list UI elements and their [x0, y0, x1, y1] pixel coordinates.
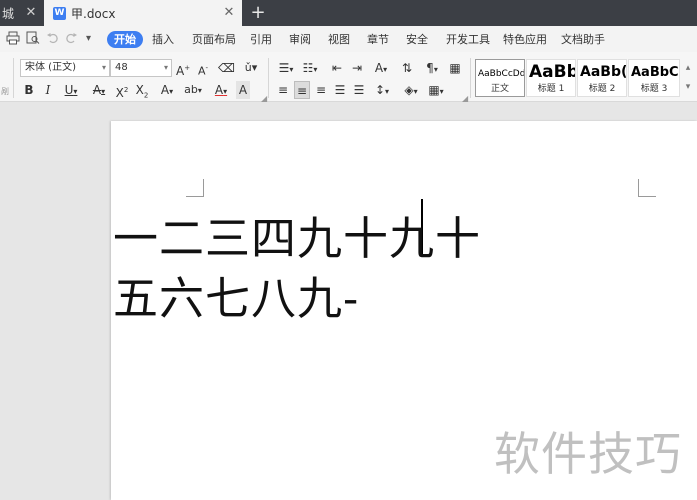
highlight-icon[interactable]: ab▾ [182, 81, 204, 99]
numbered-list-icon[interactable]: ☷▾ [300, 59, 320, 77]
font-name-select[interactable]: 宋体 (正文) ▾ [20, 59, 110, 77]
document-text-line-1[interactable]: 一二三四九十九十 [113, 212, 481, 266]
tab-previous-label: 城 [2, 6, 15, 21]
menu-item-start[interactable]: 开始 [107, 31, 143, 48]
style-name: 标题 2 [588, 84, 616, 94]
align-center-icon[interactable]: ≡ [294, 81, 310, 99]
clipboard-group-launcher-icon[interactable]: 剐 [1, 86, 9, 97]
document-text-line-2[interactable]: 五六七八九- [113, 272, 359, 326]
style-preview: AaBbC [631, 65, 679, 80]
line-spacing-icon[interactable]: ↕▾ [372, 81, 392, 99]
writer-doc-icon: W [53, 6, 66, 20]
increase-indent-icon[interactable]: ⇥ [350, 59, 364, 77]
menu-item-view[interactable]: 视图 [328, 31, 350, 48]
quick-access-dropdown-icon[interactable]: ▾ [86, 31, 91, 47]
chevron-down-icon: ▾ [101, 63, 106, 72]
tab-previous[interactable]: 城 ✕ [0, 0, 44, 26]
distribute-icon[interactable]: ☰ [352, 81, 366, 99]
style-name: 正文 [490, 84, 509, 94]
italic-icon[interactable]: I [41, 81, 55, 99]
decrease-indent-icon[interactable]: ⇤ [330, 59, 344, 77]
style-preview: AaBb [529, 62, 576, 82]
menu-item-doc-assistant[interactable]: 文档助手 [561, 31, 605, 48]
align-left-icon[interactable]: ≡ [276, 81, 290, 99]
menu-item-references[interactable]: 引用 [250, 31, 272, 48]
margin-corner-mark [638, 179, 656, 197]
bullet-list-icon[interactable]: ☰▾ [276, 59, 296, 77]
styles-scroll-up-icon[interactable]: ▴ [682, 59, 694, 77]
font-group-launcher-icon[interactable]: ◢ [261, 94, 267, 103]
menu-item-chapter[interactable]: 章节 [367, 31, 389, 48]
menu-item-insert[interactable]: 插入 [152, 31, 174, 48]
paragraph-group-launcher-icon[interactable]: ◢ [462, 94, 468, 103]
ribbon-separator [13, 58, 14, 98]
tab-bar: 城 ✕ W 甲.docx ✕ + [0, 0, 697, 26]
menu-item-page-layout[interactable]: 页面布局 [192, 31, 236, 48]
menu-item-special-apps[interactable]: 特色应用 [503, 31, 547, 48]
char-shading-icon[interactable]: A [236, 81, 250, 99]
style-heading-2[interactable]: AaBb( 标题 2 [577, 59, 627, 97]
wps-window: 城 ✕ W 甲.docx ✕ + ▾ 开始 插入 页面布局 引用 审阅 视图 章… [0, 0, 697, 500]
close-tab-icon[interactable]: ✕ [222, 6, 236, 20]
ribbon-toolbar: 剐 宋体 (正文) ▾ 48 ▾ A+ A- ⌫ ǔ▾ B I U▾ A▾ X2… [0, 52, 697, 103]
menu-item-security[interactable]: 安全 [406, 31, 428, 48]
redo-icon[interactable] [64, 31, 78, 49]
close-tab-icon[interactable]: ✕ [24, 6, 38, 20]
font-size-select[interactable]: 48 ▾ [110, 59, 172, 77]
clear-format-icon[interactable]: ⌫ [218, 59, 235, 77]
ribbon-separator [470, 58, 471, 98]
grow-font-icon[interactable]: A+ [176, 59, 190, 78]
style-preview: AaBbCcDd [478, 69, 525, 79]
borders-icon[interactable]: ▦▾ [426, 81, 446, 99]
justify-icon[interactable]: ☰ [333, 81, 347, 99]
superscript-icon[interactable]: X2 [114, 81, 130, 100]
styles-scroll-down-icon[interactable]: ▾ [682, 78, 694, 96]
ribbon-separator [268, 58, 269, 98]
style-heading-1[interactable]: AaBb 标题 1 [526, 59, 576, 97]
shrink-font-icon[interactable]: A- [196, 59, 210, 78]
font-color-icon[interactable]: A▾ [210, 81, 232, 99]
phonetic-guide-icon[interactable]: ǔ▾ [240, 59, 262, 77]
chinese-layout-icon[interactable]: A▾ [370, 59, 392, 77]
undo-icon[interactable] [46, 31, 60, 49]
new-tab-plus-icon[interactable]: + [248, 1, 268, 25]
table-layout-icon[interactable]: ▦ [448, 59, 462, 77]
style-normal[interactable]: AaBbCcDd 正文 [475, 59, 525, 97]
sort-icon[interactable]: ⇅ [400, 59, 414, 77]
style-name: 标题 1 [537, 84, 565, 94]
align-right-icon[interactable]: ≡ [314, 81, 328, 99]
show-marks-icon[interactable]: ¶▾ [422, 59, 442, 77]
menu-item-review[interactable]: 审阅 [289, 31, 311, 48]
style-preview: AaBb( [580, 64, 627, 80]
strikethrough-icon[interactable]: A▾ [88, 81, 110, 99]
font-size-value: 48 [115, 62, 128, 73]
print-icon[interactable] [6, 31, 20, 49]
chevron-down-icon: ▾ [163, 63, 168, 72]
margin-corner-mark [186, 179, 204, 197]
font-name-value: 宋体 (正文) [25, 62, 76, 73]
subscript-icon[interactable]: X2 [134, 81, 150, 99]
style-name: 标题 3 [640, 84, 668, 94]
underline-icon[interactable]: U▾ [60, 81, 82, 99]
print-preview-icon[interactable] [26, 31, 40, 49]
text-effect-icon[interactable]: A▾ [156, 81, 178, 99]
site-watermark: 软件技巧 [494, 427, 682, 481]
tab-document[interactable]: W 甲.docx ✕ [44, 0, 242, 26]
paragraph-shading-icon[interactable]: ◈▾ [400, 81, 422, 99]
tab-document-label: 甲.docx [71, 6, 116, 21]
menu-bar: ▾ 开始 插入 页面布局 引用 审阅 视图 章节 安全 开发工具 特色应用 文档… [0, 26, 697, 52]
menu-item-developer[interactable]: 开发工具 [446, 31, 490, 48]
bold-icon[interactable]: B [22, 81, 36, 99]
style-heading-3[interactable]: AaBbC 标题 3 [628, 59, 680, 97]
